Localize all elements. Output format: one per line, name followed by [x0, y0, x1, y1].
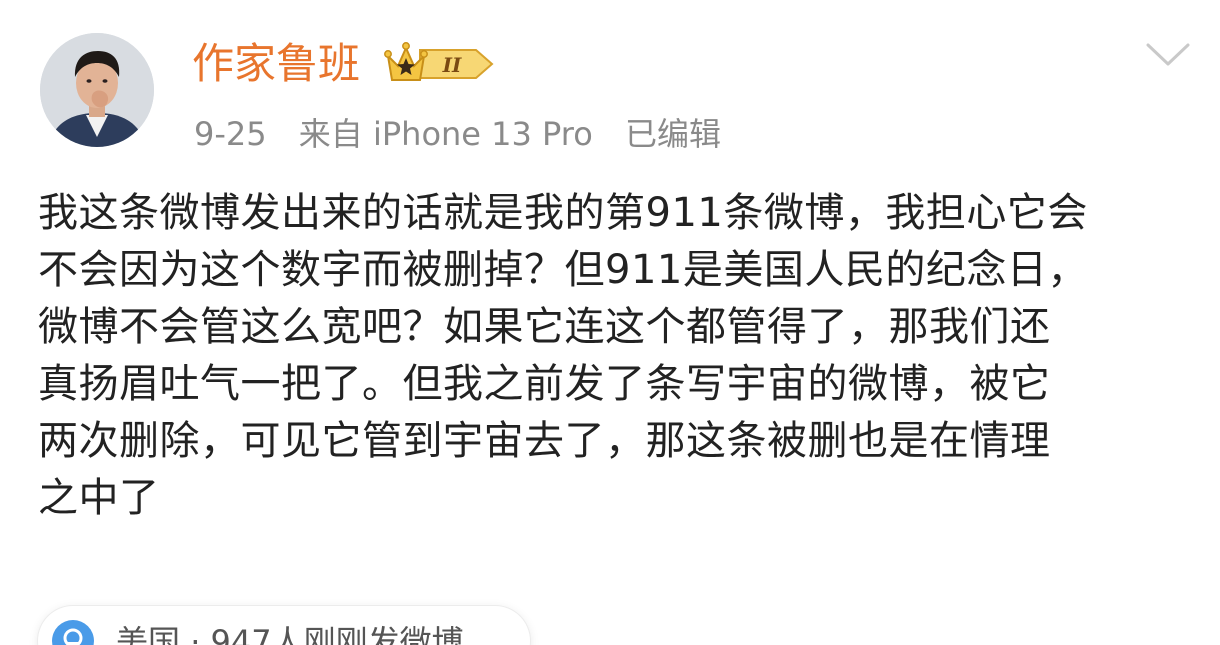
- badge-level-text: II: [442, 53, 462, 77]
- location-region: 美国: [116, 623, 181, 645]
- post-body-line: 微博不会管这么宽吧？如果它连这个都管得了，那我们还: [38, 304, 1051, 350]
- location-count: 947人刚刚发微博: [210, 623, 464, 645]
- post-meta: 9-25 来自 iPhone 13 Pro 已编辑: [194, 112, 743, 156]
- location-pin-icon: [52, 620, 94, 645]
- chevron-down-icon[interactable]: [1145, 40, 1191, 70]
- author-name[interactable]: 作家鲁班: [192, 36, 360, 92]
- location-text: 美国 · 947人刚刚发微博: [116, 622, 464, 645]
- post-body: 我这条微博发出来的话就是我的第911条微博，我担心它会 不会因为这个数字而被删掉…: [38, 185, 1188, 527]
- crown-badge-icon[interactable]: II: [384, 40, 498, 88]
- location-tag[interactable]: 美国 · 947人刚刚发微博: [38, 606, 530, 645]
- post-body-line: 真扬眉吐气一把了。但我之前发了条写宇宙的微博，被它: [38, 361, 1051, 407]
- post-body-line: 两次删除，可见它管到宇宙去了，那这条被删也是在情理: [38, 418, 1051, 464]
- post-body-line: 我这条微博发出来的话就是我的第911条微博，我担心它会: [38, 190, 1088, 236]
- post-body-line: 不会因为这个数字而被删掉？但911是美国人民的纪念日，: [38, 247, 1088, 293]
- location-separator: ·: [190, 623, 201, 645]
- edited-label[interactable]: 已编辑: [625, 115, 721, 153]
- post-body-line: 之中了: [38, 475, 160, 521]
- post-date: 9-25: [194, 115, 267, 153]
- weibo-post: 作家鲁班 II 9-25 来自 iPhone 13 Pro 已编辑 我这条微博发…: [0, 0, 1220, 645]
- avatar[interactable]: [40, 33, 154, 147]
- post-source[interactable]: 来自 iPhone 13 Pro: [299, 115, 593, 153]
- avatar-photo: [40, 33, 154, 147]
